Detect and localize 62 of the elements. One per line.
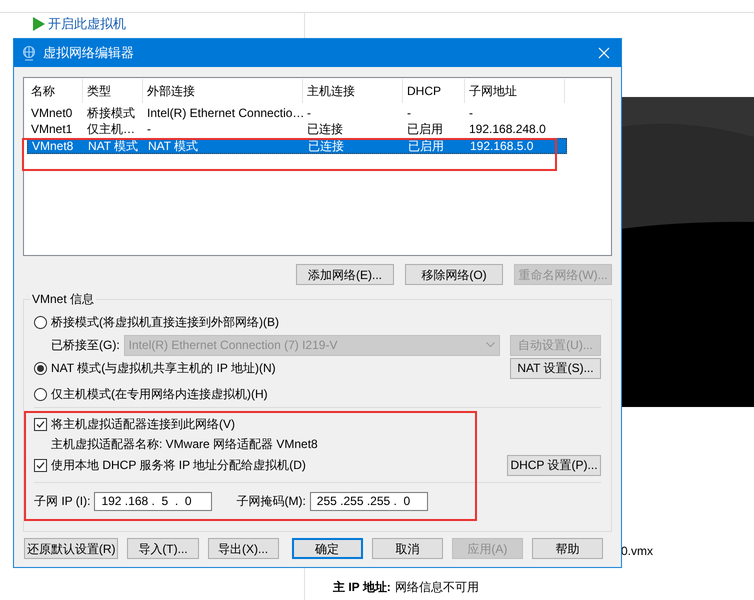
dialog-button[interactable]: 取消 bbox=[372, 538, 443, 559]
dialog-button[interactable]: 导入(T)... bbox=[127, 538, 199, 559]
subnet-mask-label: 子网掩码(M): bbox=[236, 493, 306, 510]
table-cell-text: 仅主机… bbox=[86, 122, 136, 138]
radio-label[interactable]: 仅主机模式(在专用网络内连接虚拟机)(H) bbox=[51, 385, 268, 403]
table-cell-text: 已启用 bbox=[406, 122, 444, 138]
globe-icon bbox=[21, 45, 37, 61]
ip-value: 网络信息不可用 bbox=[394, 579, 479, 596]
subnet-mask-field[interactable]: 255 .255 .255 . 0 bbox=[310, 492, 428, 510]
network-row[interactable]: VMnet1 仅主机… - 已连接 已启用 192.168.248.0 bbox=[27, 122, 567, 138]
table-cell-text: VMnet0 bbox=[30, 106, 74, 122]
network-row[interactable]: VMnet0 桥接模式 Intel(R) Ethernet Connectio… - - - bbox=[27, 106, 567, 122]
nat-settings-button[interactable]: NAT 设置(S)... bbox=[510, 358, 601, 378]
window-title: 虚拟网络编辑器 bbox=[43, 44, 134, 62]
table-cell-text: VMnet8 bbox=[31, 139, 74, 153]
table-cell-text: - bbox=[406, 106, 412, 122]
column-header[interactable]: 子网地址 bbox=[465, 79, 565, 103]
subnet-ip-label: 子网 IP (I): bbox=[34, 493, 90, 510]
column-header[interactable]: 名称 bbox=[27, 79, 83, 103]
column-header[interactable]: 主机连接 bbox=[303, 79, 403, 103]
dialog-button[interactable]: 导出(X)... bbox=[208, 538, 279, 559]
ip-label: 主 IP 地址: bbox=[333, 579, 391, 596]
table-cell-text: 已启用 bbox=[407, 139, 445, 153]
radio-button[interactable] bbox=[34, 316, 47, 328]
table-cell-text: 192.168.5.0 bbox=[469, 139, 534, 153]
table-cell-text: - bbox=[146, 122, 152, 138]
radio-button[interactable] bbox=[34, 362, 47, 374]
bridge-label: 已桥接至(G): bbox=[51, 337, 120, 354]
dhcp-settings-button[interactable]: DHCP 设置(P)... bbox=[507, 454, 601, 476]
table-cell-text: Intel(R) Ethernet Connectio… bbox=[146, 106, 303, 122]
checkbox[interactable] bbox=[34, 458, 47, 472]
subnet-ip-field[interactable]: 192 .168 . 5 . 0 bbox=[94, 492, 212, 510]
column-header[interactable]: 外部连接 bbox=[143, 79, 303, 103]
radio-label[interactable]: 桥接模式(将虚拟机直接连接到外部网络)(B) bbox=[51, 313, 279, 331]
checkbox-label[interactable]: 将主机虚拟适配器连接到此网络(V) bbox=[51, 415, 235, 433]
radio-label[interactable]: NAT 模式(与虚拟机共享主机的 IP 地址)(N) bbox=[51, 359, 276, 377]
list-button[interactable]: 移除网络(O) bbox=[405, 264, 503, 285]
play-icon bbox=[33, 16, 45, 31]
file-name-text: 0.vmx bbox=[621, 543, 654, 560]
table-cell-text: 桥接模式 bbox=[86, 106, 136, 122]
chevron-icon bbox=[486, 342, 495, 348]
dialog-button[interactable]: 帮助 bbox=[532, 538, 603, 559]
table-cell-text: NAT 模式 bbox=[147, 139, 200, 153]
table-cell-text: - bbox=[468, 106, 474, 122]
radio-button[interactable] bbox=[34, 388, 47, 400]
checkbox[interactable] bbox=[34, 418, 47, 430]
column-header[interactable]: DHCP bbox=[403, 79, 465, 103]
checkbox-label[interactable]: 使用本地 DHCP 服务将 IP 地址分配给虚拟机(D) bbox=[51, 456, 306, 474]
table-cell-text: VMnet1 bbox=[30, 122, 74, 138]
adapter-name-text: 主机虚拟适配器名称: VMware 网络适配器 VMnet8 bbox=[50, 436, 319, 453]
table-cell-text: 192.168.248.0 bbox=[468, 122, 547, 138]
start-link[interactable]: 开启此虚拟机 bbox=[33, 14, 304, 34]
table-cell-text: - bbox=[306, 106, 312, 122]
close-button[interactable] bbox=[598, 47, 610, 59]
dialog-button[interactable]: 确定 bbox=[292, 538, 363, 559]
dialog-button[interactable]: 还原默认设置(R) bbox=[24, 538, 118, 559]
table-cell-text: 已连接 bbox=[307, 139, 345, 153]
table-cell-text: 已连接 bbox=[306, 122, 344, 138]
list-button[interactable]: 添加网络(E)... bbox=[296, 264, 394, 285]
group-title: VMnet 信息 bbox=[30, 292, 96, 306]
table-cell-text: NAT 模式 bbox=[87, 139, 140, 153]
column-header[interactable]: 类型 bbox=[83, 79, 143, 103]
